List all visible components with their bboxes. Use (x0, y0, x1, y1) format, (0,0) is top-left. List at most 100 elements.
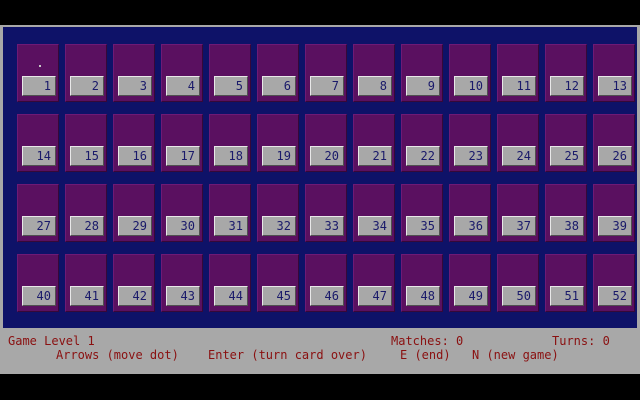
card-38[interactable]: 38 (545, 184, 587, 242)
turns-counter: Turns: 0 (552, 334, 610, 348)
help-end-game: E (end) (400, 348, 451, 362)
card-48[interactable]: 48 (401, 254, 443, 312)
card-5[interactable]: 5 (209, 44, 251, 102)
card-number-label: 17 (166, 146, 200, 166)
card-8[interactable]: 8 (353, 44, 395, 102)
card-number-label: 33 (310, 216, 344, 236)
selection-dot (39, 65, 41, 67)
card-number-label: 31 (214, 216, 248, 236)
card-number-label: 19 (262, 146, 296, 166)
card-10[interactable]: 10 (449, 44, 491, 102)
card-41[interactable]: 41 (65, 254, 107, 312)
card-21[interactable]: 21 (353, 114, 395, 172)
card-33[interactable]: 33 (305, 184, 347, 242)
card-22[interactable]: 22 (401, 114, 443, 172)
card-6[interactable]: 6 (257, 44, 299, 102)
card-24[interactable]: 24 (497, 114, 539, 172)
card-11[interactable]: 11 (497, 44, 539, 102)
card-12[interactable]: 12 (545, 44, 587, 102)
card-number-label: 15 (70, 146, 104, 166)
card-17[interactable]: 17 (161, 114, 203, 172)
card-number-label: 41 (70, 286, 104, 306)
card-20[interactable]: 20 (305, 114, 347, 172)
card-number-label: 30 (166, 216, 200, 236)
card-number-label: 38 (550, 216, 584, 236)
card-29[interactable]: 29 (113, 184, 155, 242)
card-35[interactable]: 35 (401, 184, 443, 242)
card-number-label: 36 (454, 216, 488, 236)
card-18[interactable]: 18 (209, 114, 251, 172)
card-45[interactable]: 45 (257, 254, 299, 312)
card-number-label: 24 (502, 146, 536, 166)
card-25[interactable]: 25 (545, 114, 587, 172)
card-number-label: 27 (22, 216, 56, 236)
game-screen: 1 2 3 4 5 6 7 8 9 10 11 12 13 14 15 16 17 18 19 20 21 22 23 24 2… (0, 0, 640, 400)
card-number-label: 42 (118, 286, 152, 306)
card-44[interactable]: 44 (209, 254, 251, 312)
card-number-label: 39 (598, 216, 632, 236)
card-number-label: 50 (502, 286, 536, 306)
card-3[interactable]: 3 (113, 44, 155, 102)
card-number-label: 32 (262, 216, 296, 236)
card-52[interactable]: 52 (593, 254, 635, 312)
card-number-label: 18 (214, 146, 248, 166)
card-number-label: 2 (70, 76, 104, 96)
card-number-label: 11 (502, 76, 536, 96)
card-number-label: 43 (166, 286, 200, 306)
card-number-label: 47 (358, 286, 392, 306)
card-31[interactable]: 31 (209, 184, 251, 242)
card-34[interactable]: 34 (353, 184, 395, 242)
card-50[interactable]: 50 (497, 254, 539, 312)
card-27[interactable]: 27 (17, 184, 59, 242)
card-51[interactable]: 51 (545, 254, 587, 312)
card-number-label: 29 (118, 216, 152, 236)
help-new-game: N (new game) (472, 348, 559, 362)
card-number-label: 16 (118, 146, 152, 166)
card-42[interactable]: 42 (113, 254, 155, 312)
card-47[interactable]: 47 (353, 254, 395, 312)
card-number-label: 37 (502, 216, 536, 236)
matches-counter: Matches: 0 (391, 334, 464, 348)
card-number-label: 4 (166, 76, 200, 96)
card-26[interactable]: 26 (593, 114, 635, 172)
card-23[interactable]: 23 (449, 114, 491, 172)
card-number-label: 28 (70, 216, 104, 236)
card-number-label: 34 (358, 216, 392, 236)
card-number-label: 20 (310, 146, 344, 166)
bottom-black-band (0, 374, 640, 400)
card-28[interactable]: 28 (65, 184, 107, 242)
card-46[interactable]: 46 (305, 254, 347, 312)
card-number-label: 1 (22, 76, 56, 96)
card-number-label: 5 (214, 76, 248, 96)
card-number-label: 10 (454, 76, 488, 96)
card-number-label: 12 (550, 76, 584, 96)
game-board-frame: 1 2 3 4 5 6 7 8 9 10 11 12 13 14 15 16 17 18 19 20 21 22 23 24 2… (0, 25, 640, 330)
card-14[interactable]: 14 (17, 114, 59, 172)
card-39[interactable]: 39 (593, 184, 635, 242)
card-number-label: 6 (262, 76, 296, 96)
card-13[interactable]: 13 (593, 44, 635, 102)
help-enter-turn-card: Enter (turn card over) (208, 348, 367, 362)
card-number-label: 51 (550, 286, 584, 306)
card-number-label: 9 (406, 76, 440, 96)
card-number-label: 3 (118, 76, 152, 96)
card-7[interactable]: 7 (305, 44, 347, 102)
card-15[interactable]: 15 (65, 114, 107, 172)
card-36[interactable]: 36 (449, 184, 491, 242)
card-37[interactable]: 37 (497, 184, 539, 242)
card-49[interactable]: 49 (449, 254, 491, 312)
card-9[interactable]: 9 (401, 44, 443, 102)
card-4[interactable]: 4 (161, 44, 203, 102)
card-1[interactable]: 1 (17, 44, 59, 102)
help-arrows-move-dot: Arrows (move dot) (56, 348, 179, 362)
card-number-label: 21 (358, 146, 392, 166)
card-32[interactable]: 32 (257, 184, 299, 242)
card-30[interactable]: 30 (161, 184, 203, 242)
card-2[interactable]: 2 (65, 44, 107, 102)
card-40[interactable]: 40 (17, 254, 59, 312)
card-16[interactable]: 16 (113, 114, 155, 172)
card-19[interactable]: 19 (257, 114, 299, 172)
card-number-label: 7 (310, 76, 344, 96)
card-number-label: 22 (406, 146, 440, 166)
card-43[interactable]: 43 (161, 254, 203, 312)
